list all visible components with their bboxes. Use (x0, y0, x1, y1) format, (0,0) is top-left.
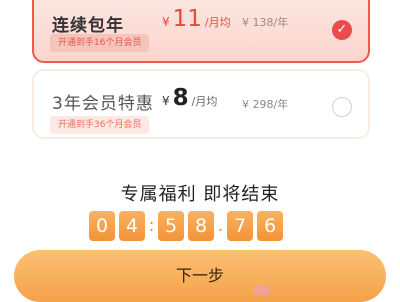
countdown-digit: 5 (158, 211, 184, 241)
original-price: ¥ 298/年 (242, 98, 289, 111)
plan-price: ¥ 11 /月均 (162, 6, 231, 32)
plan-tag: 开通到手36个月会员 (50, 116, 150, 134)
price-unit: /月均 (191, 95, 218, 108)
currency-symbol: ¥ (162, 94, 170, 108)
plan-card-3year[interactable]: 3年会员特惠 ¥ 8 /月均 ¥ 298/年 开通到手36个月会员 (32, 69, 370, 139)
currency-symbol: ¥ (162, 15, 170, 29)
price-unit: /月均 (204, 16, 231, 29)
countdown-digit: 7 (227, 211, 253, 241)
countdown-separator: : (148, 215, 155, 236)
plan-price: ¥ 8 /月均 (162, 85, 217, 111)
original-price: ¥ 138/年 (242, 16, 289, 29)
decorative-mark (253, 286, 269, 295)
countdown-separator: . (217, 215, 224, 236)
countdown-digit: 0 (89, 211, 115, 241)
price-amount: 11 (172, 6, 202, 32)
plan-name: 3年会员特惠 (52, 94, 154, 114)
countdown-digit: 4 (119, 211, 145, 241)
radio-circle-icon[interactable] (332, 97, 352, 117)
plan-name: 连续包年 (52, 16, 124, 36)
plan-tag: 开通到手16个月会员 (50, 34, 150, 52)
check-icon[interactable]: ✓ (332, 20, 352, 40)
plan-card-annual[interactable]: 连续包年 ¥ 11 /月均 ¥ 138/年 开通到手16个月会员 ✓ (32, 0, 370, 63)
price-amount: 8 (172, 85, 189, 111)
countdown-digit: 6 (257, 211, 283, 241)
countdown-digit: 8 (188, 211, 214, 241)
countdown-timer: 0 4 : 5 8 . 7 6 (89, 211, 283, 241)
benefit-title: 专属福利 即将结束 (120, 184, 280, 205)
next-button[interactable]: 下一步 (14, 250, 386, 302)
